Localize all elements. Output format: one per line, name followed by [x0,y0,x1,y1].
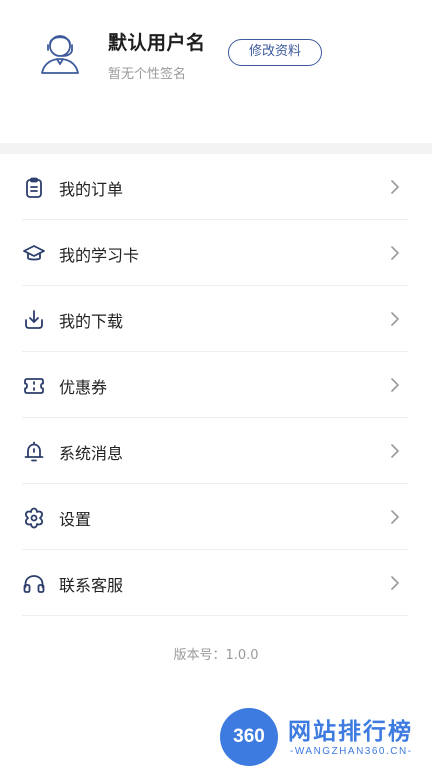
menu-item-study-card[interactable]: 我的学习卡 [0,220,432,286]
menu-item-label: 设置 [59,510,92,529]
section-divider [0,143,432,154]
chevron-right-icon [391,576,399,590]
user-avatar-icon[interactable] [37,28,83,78]
menu-item-label: 系统消息 [59,444,124,463]
chevron-right-icon [391,312,399,326]
profile-page: 默认用户名 暂无个性签名 修改资料 我的订单 我的学习卡 我的下载 优惠券 系统… [0,0,432,768]
menu-list: 我的订单 我的学习卡 我的下载 优惠券 系统消息 设置 联系客服 [0,154,432,616]
bell-icon [24,441,44,462]
profile-header: 默认用户名 暂无个性签名 修改资料 [0,0,432,143]
username: 默认用户名 [108,32,206,54]
settings-icon [24,507,44,529]
menu-item-coupons[interactable]: 优惠券 [0,352,432,418]
edit-profile-button[interactable]: 修改资料 [228,39,322,66]
download-icon [25,310,43,329]
chevron-right-icon [391,444,399,458]
chevron-right-icon [391,510,399,524]
headset-icon [23,575,45,593]
menu-item-label: 我的下载 [59,312,124,331]
chevron-right-icon [391,378,399,392]
menu-item-label: 联系客服 [59,576,124,595]
version-label: 版本号：1.0.0 [173,648,259,663]
signature: 暂无个性签名 [108,67,187,82]
menu-item-orders[interactable]: 我的订单 [0,154,432,220]
menu-item-downloads[interactable]: 我的下载 [0,286,432,352]
graduation-cap-icon [23,245,45,261]
watermark-logo: 360 网站排行榜 -WANGZHAN360.CN- [220,706,432,768]
menu-item-label: 我的学习卡 [59,246,140,265]
watermark-url: -WANGZHAN360.CN- [290,746,413,757]
menu-item-customer-service[interactable]: 联系客服 [0,550,432,616]
menu-item-messages[interactable]: 系统消息 [0,418,432,484]
clipboard-icon [26,177,42,198]
chevron-right-icon [391,180,399,194]
menu-item-label: 优惠券 [59,378,108,397]
chevron-right-icon [391,246,399,260]
menu-item-label: 我的订单 [59,180,124,199]
watermark-title: 网站排行榜 [288,719,413,745]
menu-item-settings[interactable]: 设置 [0,484,432,550]
watermark-badge: 360 [220,708,278,766]
ticket-icon [24,378,44,394]
